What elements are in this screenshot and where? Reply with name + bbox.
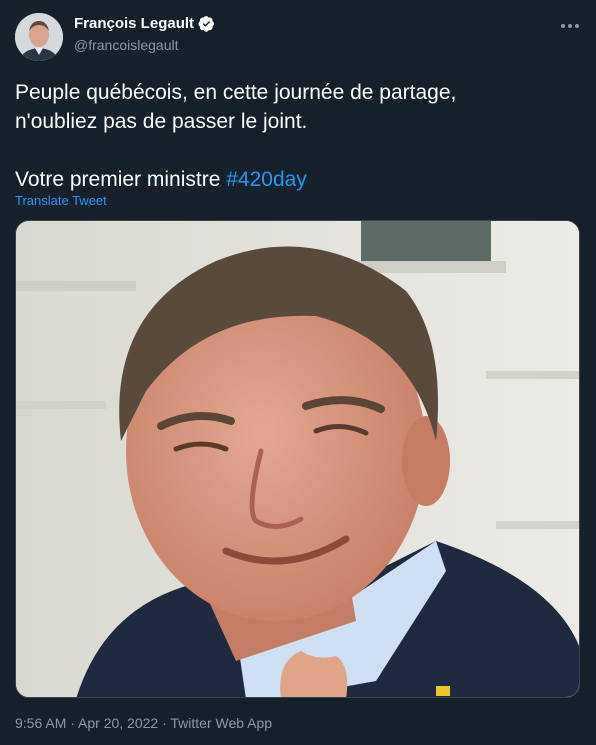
tweet-line-1: Peuple québécois, en cette journée de pa… bbox=[15, 81, 457, 104]
tweet-line-break bbox=[15, 136, 575, 165]
tweet-line-3: Votre premier ministre #420day bbox=[15, 165, 575, 194]
avatar[interactable] bbox=[15, 13, 63, 61]
hashtag-link[interactable]: #420day bbox=[226, 168, 307, 191]
tweet-text: Peuple québécois, en cette journée de pa… bbox=[15, 78, 575, 194]
tweet-line-3-text: Votre premier ministre bbox=[15, 168, 227, 191]
translate-tweet-link[interactable]: Translate Tweet bbox=[15, 193, 107, 208]
tweet-line-2: n'oubliez pas de passer le joint. bbox=[15, 110, 308, 133]
photo-illustration bbox=[16, 221, 579, 697]
more-options-icon[interactable] bbox=[558, 14, 582, 38]
tweet-media-photo[interactable] bbox=[15, 220, 580, 698]
avatar-photo bbox=[15, 13, 63, 61]
author-name[interactable]: François Legault bbox=[74, 15, 194, 32]
tweet-timestamp[interactable]: 9:56 AM · Apr 20, 2022 · Twitter Web App bbox=[15, 715, 272, 731]
author-handle[interactable]: @francoislegault bbox=[74, 37, 179, 53]
verified-badge-icon bbox=[198, 15, 215, 32]
author-name-row: François Legault bbox=[74, 15, 215, 32]
